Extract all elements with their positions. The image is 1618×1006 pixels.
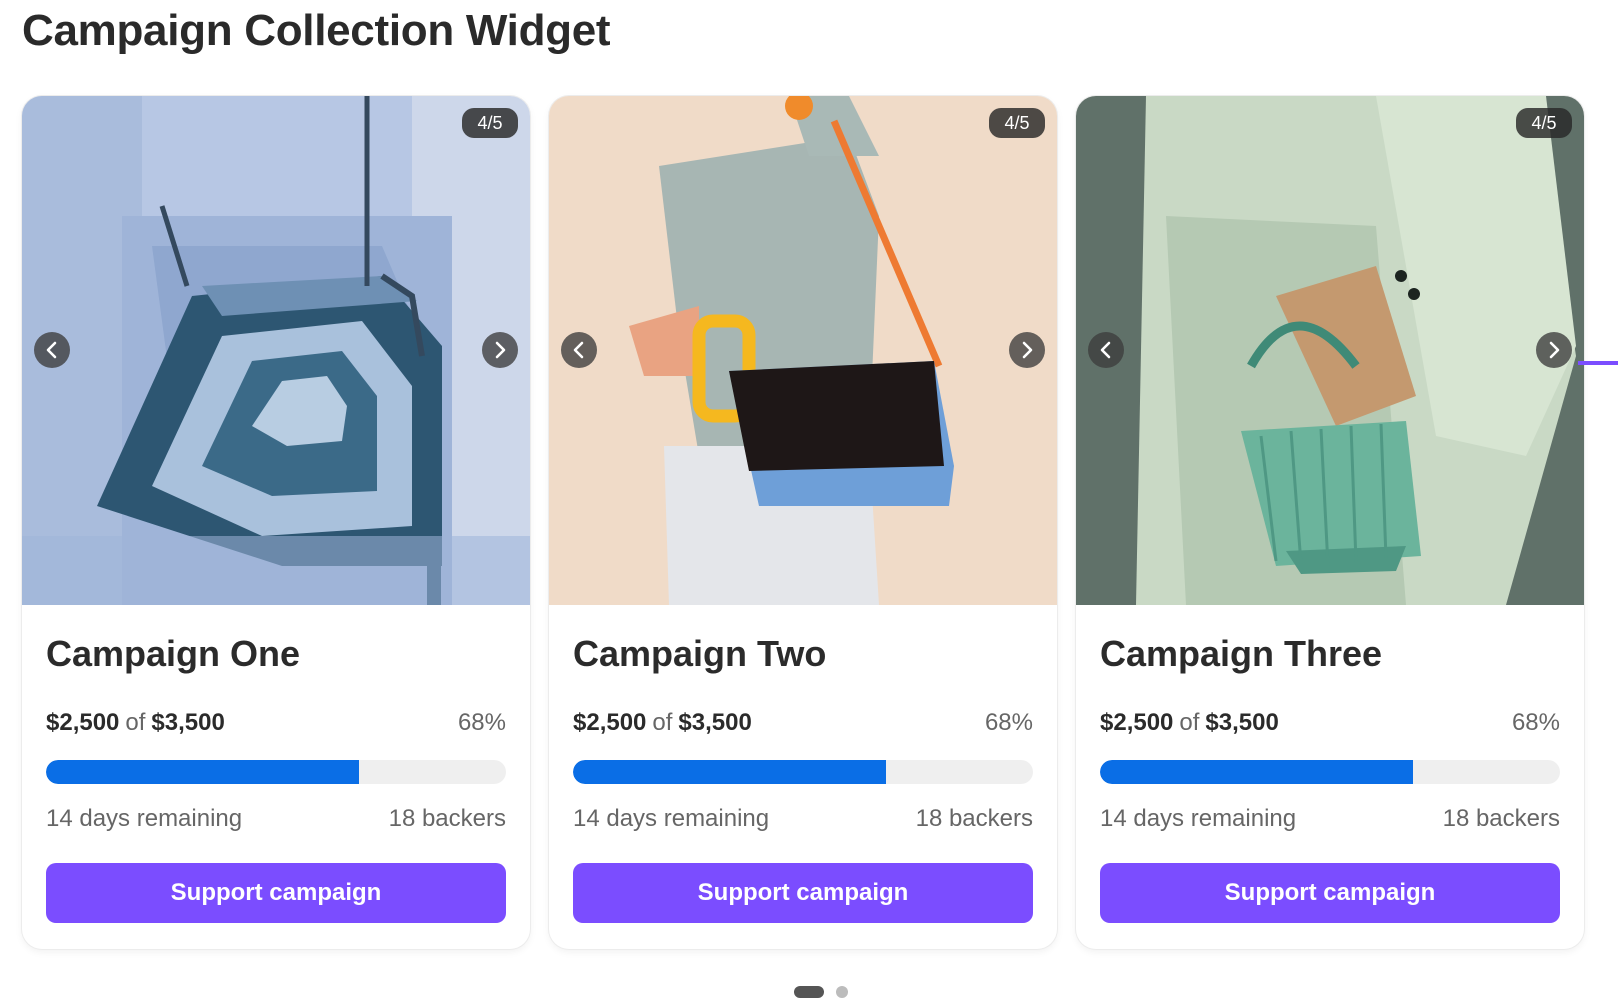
funding-percent: 68% <box>984 709 1033 736</box>
backers-count: 18 backers <box>1442 805 1560 832</box>
campaign-meta-row: 14 days remaining 18 backers <box>1100 805 1560 833</box>
pagination-dot-active[interactable] <box>794 986 824 998</box>
amount-of-label: of <box>125 709 146 736</box>
campaign-image-carousel[interactable]: 4/5 <box>1076 96 1584 605</box>
support-campaign-button[interactable]: Support campaign <box>1100 863 1560 923</box>
campaign-meta-row: 14 days remaining 18 backers <box>46 805 506 833</box>
funding-progress-bar <box>46 760 506 784</box>
slide-counter-badge: 4/5 <box>462 108 518 138</box>
campaign-card-two: 4/5 Campaign Two $2,500 of $3,500 68% 14 d… <box>549 96 1057 949</box>
chevron-left-icon <box>46 341 57 359</box>
backers-count: 18 backers <box>915 805 1033 832</box>
campaign-product-image <box>22 96 530 605</box>
days-remaining: 14 days remaining <box>573 805 770 832</box>
amount-of-label: of <box>652 709 673 736</box>
support-campaign-button[interactable]: Support campaign <box>573 863 1033 923</box>
slide-counter-badge: 4/5 <box>989 108 1045 138</box>
carousel-next-button[interactable] <box>482 332 518 368</box>
widget-title: Campaign Collection Widget <box>22 6 611 55</box>
funding-progress-fill <box>1100 760 1413 784</box>
chevron-right-icon <box>495 341 506 359</box>
campaign-meta-row: 14 days remaining 18 backers <box>573 805 1033 833</box>
funding-progress-fill <box>46 760 359 784</box>
days-remaining: 14 days remaining <box>1100 805 1297 832</box>
carousel-prev-button[interactable] <box>34 332 70 368</box>
funding-amount-row: $2,500 of $3,500 68% <box>46 709 506 737</box>
funding-amount-row: $2,500 of $3,500 68% <box>1100 709 1560 737</box>
amount-goal: $3,500 <box>1205 709 1279 736</box>
carousel-next-button[interactable] <box>1009 332 1045 368</box>
funding-progress-fill <box>573 760 886 784</box>
amount-of-label: of <box>1179 709 1200 736</box>
amount-raised: $2,500 <box>46 709 120 736</box>
campaign-image-carousel[interactable]: 4/5 <box>22 96 530 605</box>
funding-percent: 68% <box>1511 709 1560 736</box>
campaign-title: Campaign Two <box>573 633 827 674</box>
funding-amount-row: $2,500 of $3,500 68% <box>573 709 1033 737</box>
campaign-title: Campaign One <box>46 633 301 674</box>
carousel-next-button[interactable] <box>1536 332 1572 368</box>
carousel-scroll-indicator <box>1578 361 1618 365</box>
funding-progress-bar <box>1100 760 1560 784</box>
funding-progress-bar <box>573 760 1033 784</box>
amount-goal: $3,500 <box>678 709 752 736</box>
pagination-dot[interactable] <box>836 986 848 998</box>
campaign-product-image <box>549 96 1057 605</box>
campaign-title: Campaign Three <box>1100 633 1383 674</box>
slide-counter-badge: 4/5 <box>1516 108 1572 138</box>
chevron-left-icon <box>1100 341 1111 359</box>
campaign-image-carousel[interactable]: 4/5 <box>549 96 1057 605</box>
campaign-card-three: 4/5 Campaign Three $2,500 of $3,500 68% 14… <box>1076 96 1584 949</box>
amount-raised: $2,500 <box>573 709 647 736</box>
amount-raised: $2,500 <box>1100 709 1174 736</box>
backers-count: 18 backers <box>388 805 506 832</box>
amount-goal: $3,500 <box>151 709 225 736</box>
campaign-product-image <box>1076 96 1584 605</box>
chevron-right-icon <box>1022 341 1033 359</box>
carousel-prev-button[interactable] <box>561 332 597 368</box>
carousel-prev-button[interactable] <box>1088 332 1124 368</box>
support-campaign-button[interactable]: Support campaign <box>46 863 506 923</box>
campaign-card-one: 4/5 Campaign One $2,500 of $3,500 68% 14 d… <box>22 96 530 949</box>
days-remaining: 14 days remaining <box>46 805 243 832</box>
funding-percent: 68% <box>457 709 506 736</box>
chevron-right-icon <box>1549 341 1560 359</box>
chevron-left-icon <box>573 341 584 359</box>
